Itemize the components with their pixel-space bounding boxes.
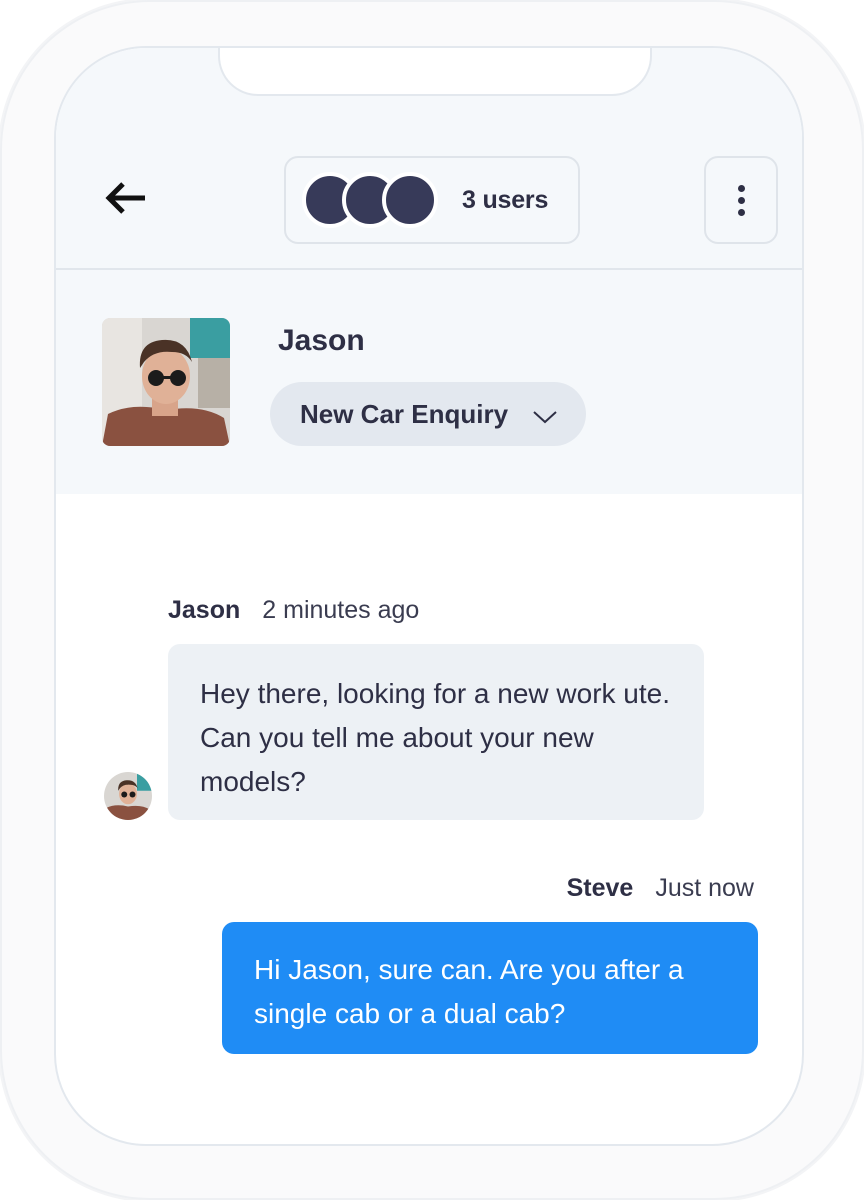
menu-dot (737, 196, 745, 204)
contact-photo (104, 772, 152, 820)
topic-label: New Car Enquiry (300, 398, 509, 429)
header-divider (56, 268, 802, 270)
participants-count: 3 users (462, 185, 549, 214)
chat-screen: 3 users Jason New Car Enquiry Jason 2 min… (54, 46, 804, 1146)
message-avatar (104, 772, 152, 820)
participants-button[interactable]: 3 users (284, 156, 580, 244)
message-bubble-incoming: Hey there, looking for a new work ute. C… (168, 644, 704, 820)
more-options-button[interactable] (704, 156, 778, 244)
menu-dot (737, 208, 745, 216)
message-time: 2 minutes ago (262, 596, 420, 624)
contact-avatar (102, 318, 230, 446)
topic-dropdown[interactable]: New Car Enquiry (270, 382, 586, 446)
contact-photo (102, 318, 230, 446)
message-bubble-outgoing: Hi Jason, sure can. Are you after a sing… (222, 922, 758, 1054)
vertical-dots-icon (737, 184, 745, 192)
arrow-left-icon (105, 182, 145, 214)
message-meta: Steve Just now (567, 874, 754, 903)
message-sender: Steve (566, 874, 634, 902)
participant-avatar (382, 172, 438, 228)
message-sender: Jason (168, 596, 241, 624)
phone-notch (218, 48, 652, 96)
chevron-down-icon (533, 411, 557, 424)
message-meta: Jason 2 minutes ago (168, 596, 419, 625)
message-time: Just now (655, 874, 754, 902)
participant-avatars (302, 172, 442, 228)
contact-name: Jason (278, 324, 365, 357)
back-button[interactable] (100, 176, 150, 220)
